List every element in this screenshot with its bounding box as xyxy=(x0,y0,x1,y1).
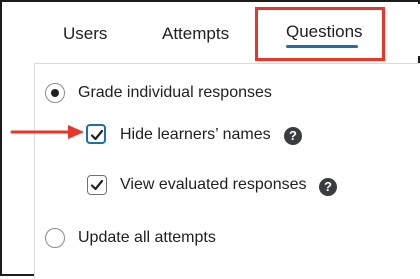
hide-names-checkbox[interactable] xyxy=(86,124,106,144)
update-all-radio[interactable] xyxy=(45,228,65,248)
help-icon[interactable]: ? xyxy=(284,127,302,145)
hide-names-label: Hide learners’ names xyxy=(120,126,271,143)
dialog-frame: Users Attempts Questions Grade individua… xyxy=(0,0,420,279)
grade-individual-radio[interactable] xyxy=(45,83,65,103)
view-evaluated-label: View evaluated responses xyxy=(120,176,307,193)
tab-users[interactable]: Users xyxy=(63,24,107,44)
grade-individual-label: Grade individual responses xyxy=(78,84,272,101)
view-evaluated-checkbox[interactable] xyxy=(87,175,107,195)
tab-questions[interactable]: Questions xyxy=(286,22,363,42)
tab-attempts[interactable]: Attempts xyxy=(162,24,229,44)
radio-selected-dot xyxy=(51,89,59,97)
active-tab-indicator xyxy=(286,45,358,48)
checkmark-icon xyxy=(90,179,104,191)
checkmark-icon xyxy=(90,129,104,141)
help-icon[interactable]: ? xyxy=(319,178,337,196)
arrow-right-icon xyxy=(10,125,84,139)
update-all-label: Update all attempts xyxy=(78,229,216,246)
